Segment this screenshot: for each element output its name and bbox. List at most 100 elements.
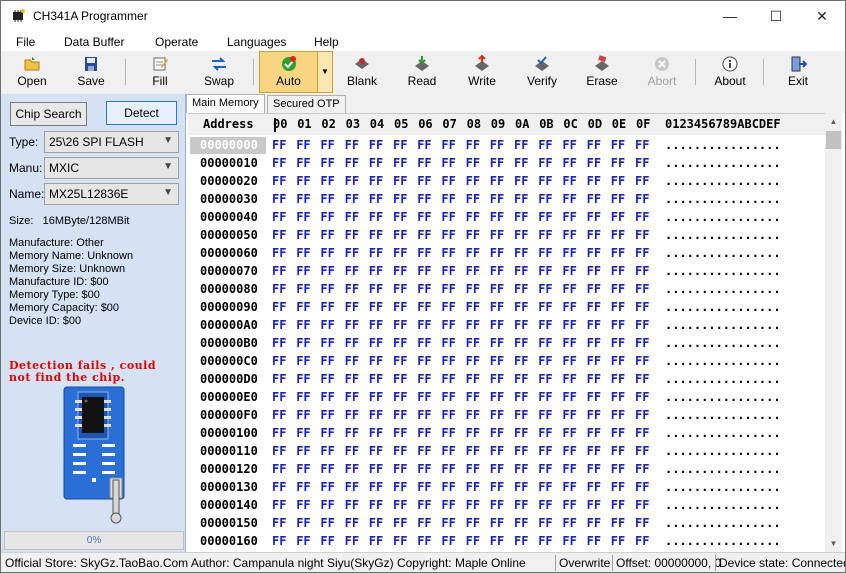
- hex-byte[interactable]: FF: [635, 210, 649, 224]
- hex-byte[interactable]: FF: [611, 174, 625, 188]
- hex-byte[interactable]: FF: [296, 354, 310, 368]
- hex-byte[interactable]: FF: [272, 480, 286, 494]
- hex-byte[interactable]: FF: [490, 516, 504, 530]
- hex-byte[interactable]: FF: [345, 408, 359, 422]
- hex-byte[interactable]: FF: [635, 516, 649, 530]
- ascii-text[interactable]: ................: [665, 426, 781, 440]
- hex-byte[interactable]: FF: [393, 174, 407, 188]
- hex-byte[interactable]: FF: [611, 372, 625, 386]
- hex-byte[interactable]: FF: [538, 354, 552, 368]
- hex-byte[interactable]: FF: [296, 480, 310, 494]
- hex-byte[interactable]: FF: [611, 210, 625, 224]
- hex-byte[interactable]: FF: [393, 534, 407, 548]
- hex-byte[interactable]: FF: [635, 228, 649, 242]
- hex-byte[interactable]: FF: [369, 156, 383, 170]
- ascii-text[interactable]: ................: [665, 462, 781, 476]
- hex-byte[interactable]: FF: [345, 336, 359, 350]
- hex-byte[interactable]: FF: [320, 498, 334, 512]
- hex-byte[interactable]: FF: [611, 156, 625, 170]
- hex-byte[interactable]: FF: [296, 264, 310, 278]
- hex-byte[interactable]: FF: [320, 444, 334, 458]
- erase-button[interactable]: Erase: [576, 52, 628, 92]
- hex-byte[interactable]: FF: [417, 462, 431, 476]
- hex-byte[interactable]: FF: [514, 318, 528, 332]
- ascii-text[interactable]: ................: [665, 264, 781, 278]
- hex-byte[interactable]: FF: [466, 282, 480, 296]
- hex-byte[interactable]: FF: [611, 138, 625, 152]
- hex-byte[interactable]: FF: [611, 462, 625, 476]
- hex-byte[interactable]: FF: [417, 534, 431, 548]
- hex-byte[interactable]: FF: [587, 282, 601, 296]
- hex-byte[interactable]: FF: [490, 300, 504, 314]
- hex-byte[interactable]: FF: [272, 516, 286, 530]
- hex-byte[interactable]: FF: [466, 462, 480, 476]
- hex-byte[interactable]: FF: [345, 228, 359, 242]
- hex-byte[interactable]: FF: [296, 444, 310, 458]
- hex-byte[interactable]: FF: [587, 372, 601, 386]
- hex-byte[interactable]: FF: [369, 210, 383, 224]
- hex-byte[interactable]: FF: [345, 480, 359, 494]
- hex-byte[interactable]: FF: [272, 372, 286, 386]
- hex-byte[interactable]: FF: [345, 300, 359, 314]
- hex-byte[interactable]: FF: [611, 480, 625, 494]
- hex-byte[interactable]: FF: [490, 354, 504, 368]
- hex-byte[interactable]: FF: [635, 300, 649, 314]
- hex-byte[interactable]: FF: [345, 498, 359, 512]
- hex-byte[interactable]: FF: [393, 228, 407, 242]
- hex-byte[interactable]: FF: [393, 354, 407, 368]
- hex-byte[interactable]: FF: [417, 408, 431, 422]
- hex-byte[interactable]: FF: [441, 246, 455, 260]
- hex-byte[interactable]: FF: [320, 336, 334, 350]
- ascii-text[interactable]: ................: [665, 354, 781, 368]
- hex-byte[interactable]: FF: [635, 174, 649, 188]
- hex-byte[interactable]: FF: [417, 300, 431, 314]
- hex-byte[interactable]: FF: [635, 156, 649, 170]
- hex-byte[interactable]: FF: [562, 318, 576, 332]
- hex-byte[interactable]: FF: [538, 210, 552, 224]
- hex-byte[interactable]: FF: [562, 444, 576, 458]
- hex-byte[interactable]: FF: [587, 390, 601, 404]
- hex-byte[interactable]: FF: [369, 282, 383, 296]
- hex-byte[interactable]: FF: [538, 408, 552, 422]
- hex-byte[interactable]: FF: [441, 336, 455, 350]
- hex-byte[interactable]: FF: [296, 408, 310, 422]
- hex-byte[interactable]: FF: [345, 210, 359, 224]
- hex-byte[interactable]: FF: [417, 156, 431, 170]
- hex-byte[interactable]: FF: [369, 300, 383, 314]
- hex-byte[interactable]: FF: [538, 372, 552, 386]
- hex-byte[interactable]: FF: [562, 372, 576, 386]
- hex-byte[interactable]: FF: [562, 336, 576, 350]
- hex-byte[interactable]: FF: [393, 480, 407, 494]
- hex-byte[interactable]: FF: [296, 246, 310, 260]
- hex-byte[interactable]: FF: [587, 192, 601, 206]
- hex-byte[interactable]: FF: [320, 246, 334, 260]
- hex-byte[interactable]: FF: [417, 210, 431, 224]
- hex-byte[interactable]: FF: [296, 318, 310, 332]
- hex-byte[interactable]: FF: [369, 246, 383, 260]
- ascii-text[interactable]: ................: [665, 138, 781, 152]
- hex-byte[interactable]: FF: [393, 246, 407, 260]
- chip-name-select[interactable]: MX25L12836E ▼: [44, 183, 179, 205]
- hex-byte[interactable]: FF: [369, 390, 383, 404]
- hex-byte[interactable]: FF: [538, 336, 552, 350]
- hex-byte[interactable]: FF: [562, 408, 576, 422]
- hex-byte[interactable]: FF: [635, 282, 649, 296]
- hex-byte[interactable]: FF: [320, 318, 334, 332]
- hex-byte[interactable]: FF: [635, 354, 649, 368]
- hex-byte[interactable]: FF: [441, 426, 455, 440]
- hex-byte[interactable]: FF: [490, 498, 504, 512]
- hex-byte[interactable]: FF: [417, 174, 431, 188]
- hex-byte[interactable]: FF: [587, 354, 601, 368]
- hex-byte[interactable]: FF: [393, 192, 407, 206]
- hex-byte[interactable]: FF: [393, 156, 407, 170]
- hex-byte[interactable]: FF: [272, 354, 286, 368]
- hex-byte[interactable]: FF: [417, 498, 431, 512]
- hex-byte[interactable]: FF: [345, 390, 359, 404]
- hex-byte[interactable]: FF: [514, 534, 528, 548]
- hex-byte[interactable]: FF: [562, 192, 576, 206]
- hex-byte[interactable]: FF: [441, 282, 455, 296]
- hex-byte[interactable]: FF: [296, 426, 310, 440]
- auto-button[interactable]: Auto: [259, 51, 318, 93]
- hex-byte[interactable]: FF: [320, 390, 334, 404]
- hex-byte[interactable]: FF: [393, 498, 407, 512]
